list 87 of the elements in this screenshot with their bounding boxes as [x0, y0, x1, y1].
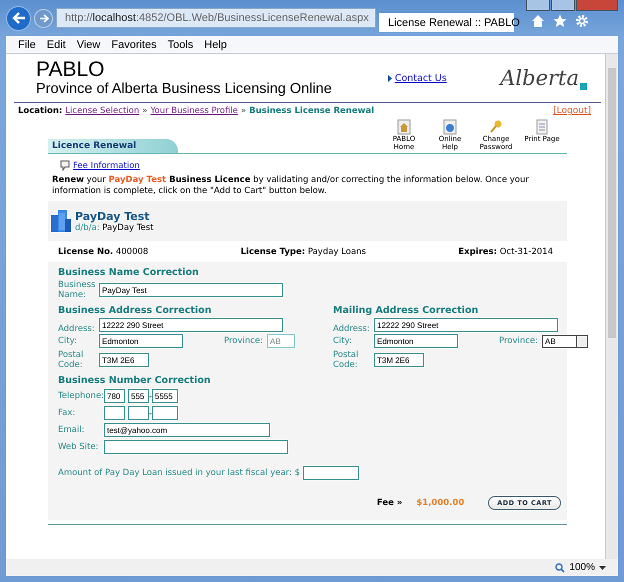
site-subtitle: Province of Alberta Business Licensing Online: [36, 81, 332, 97]
breadcrumb-separator: »: [142, 106, 148, 116]
scrollbar[interactable]: [605, 54, 618, 559]
phone-separator: -: [149, 408, 152, 418]
fax-field[interactable]: [152, 406, 178, 420]
phone-field[interactable]: 555: [128, 389, 149, 403]
home-icon[interactable]: [397, 119, 411, 135]
section-heading: Business Name Correction: [58, 267, 200, 278]
field-label: Postal Code:: [58, 350, 84, 370]
menu-item[interactable]: File: [18, 38, 36, 50]
location-label: Location:: [18, 106, 62, 116]
contact-link[interactable]: Contact Us: [394, 72, 447, 84]
field-label: City:: [58, 336, 78, 346]
zoom-level[interactable]: 100%: [569, 562, 595, 573]
field-label: Amount of Pay Day Loan issued in your last fiscal year: $: [58, 468, 300, 478]
menu-item[interactable]: Edit: [46, 38, 66, 50]
postal-code-field[interactable]: T3M 2E6: [99, 353, 149, 367]
address-field[interactable]: 12222 290 Street: [99, 318, 283, 332]
fax-field[interactable]: [104, 406, 125, 420]
favorites-star-icon[interactable]: [553, 14, 567, 28]
address-field[interactable]: 12222 290 Street: [374, 318, 558, 332]
phone-field[interactable]: 780: [104, 389, 125, 403]
settings-icon[interactable]: [575, 14, 589, 28]
zoom-icon[interactable]: [555, 562, 566, 572]
help-bubble-icon: [60, 160, 70, 171]
bullet-arrow-icon: [388, 74, 392, 82]
field-label: City:: [333, 336, 353, 346]
back-button[interactable]: [6, 6, 31, 30]
breadcrumb-link[interactable]: Your Business Profile: [150, 106, 238, 116]
help-icon[interactable]: [443, 119, 457, 135]
field-label: Address:: [333, 324, 371, 334]
forward-arrow-icon[interactable]: [38, 14, 48, 22]
fee-amount: $1,000.00: [416, 498, 464, 508]
website-field[interactable]: [104, 440, 288, 454]
logo-square-icon: [580, 83, 587, 90]
site-title: PABLO: [36, 59, 106, 81]
business-name: PayDay Test: [75, 210, 151, 222]
email-field[interactable]: test@yahoo.com: [104, 423, 270, 437]
caret-icon[interactable]: [599, 566, 606, 570]
forward-button[interactable]: [34, 8, 53, 28]
fee-label: Fee »: [376, 498, 402, 508]
breadcrumb-link[interactable]: License Selection: [65, 106, 140, 116]
field-label: Business Name:: [58, 280, 96, 300]
minimize-button[interactable]: [526, 0, 550, 11]
city-field[interactable]: Edmonton: [99, 334, 183, 348]
menu-item[interactable]: Favorites: [111, 38, 157, 50]
address-bar[interactable]: http://localhost:4852/OBL.Web/BusinessLicenseRenewal.aspx: [56, 8, 376, 28]
field-label: Email:: [58, 425, 86, 435]
logo-text: Alberta: [500, 66, 579, 90]
dba-name: PayDay Test: [102, 222, 154, 232]
menu-item[interactable]: Tools: [168, 38, 194, 50]
home-icon[interactable]: [531, 14, 545, 28]
license-detail: License Type: Payday Loans: [240, 247, 366, 257]
breadcrumb-current: Business License Renewal: [249, 106, 374, 116]
section-heading: Business Number Correction: [58, 375, 212, 386]
section-heading: Mailing Address Correction: [333, 305, 480, 316]
print-icon[interactable]: [535, 119, 549, 135]
section-heading: Business Address Correction: [58, 305, 212, 316]
license-detail: License No. 400008: [58, 247, 148, 257]
maximize-button[interactable]: [551, 0, 575, 11]
dba-label: d/b/a:: [75, 222, 100, 232]
field-label: Web Site:: [58, 442, 100, 452]
key-icon[interactable]: [489, 119, 503, 135]
field-label: Telephone:: [58, 391, 101, 401]
back-arrow-icon[interactable]: [12, 12, 26, 24]
url-text: http://localhost:4852/OBL.Web/BusinessLicenseRenewal.aspx: [65, 12, 369, 24]
instructions-text: Renew your PayDay Test Business Licence by validating and/or correcting the information below. Once your information is complete, click on the "Add to Cart" button below.: [52, 175, 530, 197]
breadcrumb-separator: »: [240, 106, 246, 116]
buildings-icon: [50, 209, 72, 233]
license-detail: Expires: Oct-31-2014: [458, 247, 553, 257]
business-name-field[interactable]: PayDay Test: [99, 283, 283, 297]
city-field[interactable]: Edmonton: [374, 334, 458, 348]
field-label: Province:: [224, 336, 264, 346]
postal-code-field[interactable]: T3M 2E6: [374, 353, 424, 367]
field-label: Fax:: [58, 408, 76, 418]
logout-link[interactable]: [Logout]: [553, 106, 591, 116]
fax-field[interactable]: [128, 406, 149, 420]
province-dropdown[interactable]: AB: [542, 334, 588, 348]
fee-information-link[interactable]: Fee Information: [73, 160, 140, 170]
field-label: Address:: [58, 324, 96, 334]
phone-separator: -: [149, 392, 152, 400]
field-label: Province:: [499, 336, 539, 346]
field-label: Postal Code:: [333, 350, 360, 370]
loan-amount-field[interactable]: [303, 466, 360, 480]
menu-item[interactable]: Help: [204, 38, 227, 50]
phone-field[interactable]: 5555: [152, 389, 178, 403]
menu-item[interactable]: View: [76, 38, 100, 50]
